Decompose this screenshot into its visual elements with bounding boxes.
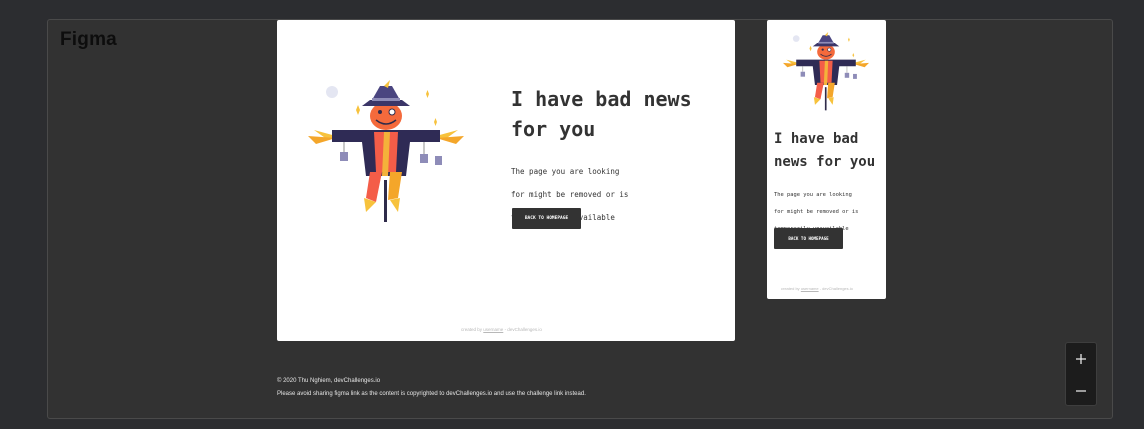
description-line-1: The page you are looking (511, 166, 620, 176)
mobile-page-title: I have bad news for you (774, 128, 875, 174)
sharing-notice: Please avoid sharing figma link as the c… (277, 391, 586, 397)
mobile-credit-line: created by username - devChallenges.io (781, 286, 853, 291)
zoom-controls (1065, 342, 1097, 406)
description-line-2: for might be removed or is (511, 189, 629, 199)
credit-line: created by username - devChallenges.io (461, 327, 542, 332)
desktop-frame: I have bad news for you The page you are… (277, 20, 735, 341)
credit-prefix: created by (461, 327, 483, 332)
scarecrow-illustration (307, 80, 465, 223)
copyright-text: © 2020 Thu Nghiem, devChallenges.io (277, 378, 381, 384)
mobile-credit-username-link[interactable]: username (801, 286, 819, 291)
credit-suffix: - devChallenges.io (504, 327, 542, 332)
scarecrow-illustration-mobile (782, 32, 870, 111)
mobile-credit-prefix: created by (781, 286, 800, 291)
mobile-description-line-2: for might be removed or is (774, 208, 859, 215)
back-to-homepage-button[interactable]: BACK TO HOMEPAGE (512, 208, 581, 229)
mobile-title-line-2: news for you (774, 154, 876, 170)
credit-username-link[interactable]: username (483, 327, 503, 332)
page-title-line-2: for you (511, 117, 596, 141)
mobile-description-line-1: The page you are looking (774, 191, 852, 198)
page-title-line-1: I have bad news (511, 87, 692, 111)
page-title: I have bad news for you (511, 84, 692, 144)
plus-icon (1076, 353, 1086, 364)
mobile-back-to-homepage-button[interactable]: BACK TO HOMEPAGE (774, 228, 843, 249)
minus-icon (1076, 389, 1086, 392)
zoom-out-button[interactable] (1066, 375, 1096, 406)
mobile-title-line-1: I have bad (774, 131, 859, 147)
figma-viewer: Figma I have bad news for you The page y… (47, 19, 1113, 419)
figma-logo: Figma (60, 29, 117, 50)
mobile-credit-suffix: - devChallenges.io (819, 286, 853, 291)
zoom-in-button[interactable] (1066, 343, 1096, 374)
mobile-frame: I have bad news for you The page you are… (767, 20, 886, 299)
